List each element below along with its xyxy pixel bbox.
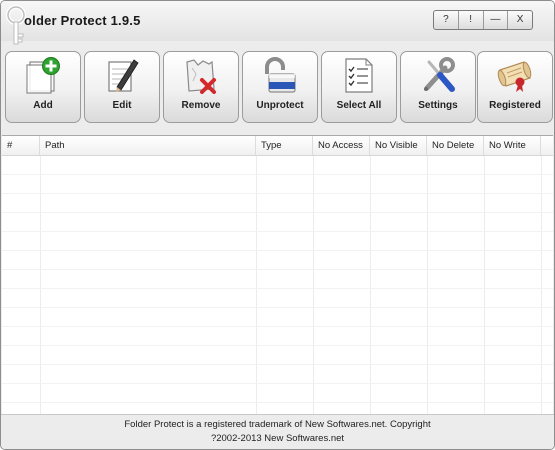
column-header-no-access[interactable]: No Access	[313, 136, 370, 155]
close-button[interactable]: X	[508, 11, 532, 29]
row-divider	[2, 212, 553, 213]
remove-label: Remove	[181, 100, 221, 111]
wrench-screwdriver-icon	[424, 57, 455, 92]
row-divider	[2, 383, 553, 384]
footer: Folder Protect is a registered trademark…	[1, 414, 554, 449]
column-header-no-visible[interactable]: No Visible	[370, 136, 427, 155]
row-divider	[2, 307, 553, 308]
add-button[interactable]: Add	[5, 51, 81, 123]
row-divider	[2, 193, 553, 194]
table-header: # Path Type No Access No Visible No Dele…	[2, 136, 553, 156]
help-button[interactable]: ?	[434, 11, 459, 29]
add-label: Add	[33, 100, 53, 111]
column-divider	[40, 156, 41, 415]
settings-label: Settings	[418, 100, 458, 111]
info-button[interactable]: !	[459, 11, 484, 29]
column-divider	[256, 156, 257, 415]
column-header-no-delete[interactable]: No Delete	[427, 136, 484, 155]
pencil-notepad-icon	[108, 59, 139, 92]
row-divider	[2, 402, 553, 403]
window-controls: ? ! — X	[433, 10, 533, 30]
app-window: older Protect 1.9.5 ? ! — X Add Edit Rem…	[0, 0, 555, 450]
checklist-icon	[345, 58, 373, 93]
edit-button[interactable]: Edit	[84, 51, 160, 123]
column-divider	[484, 156, 485, 415]
remove-button[interactable]: Remove	[163, 51, 239, 123]
table-body	[2, 156, 553, 415]
row-divider	[2, 250, 553, 251]
row-divider	[2, 231, 553, 232]
column-divider	[427, 156, 428, 415]
toolbar: Add Edit Remove Unprotect Select All Set…	[1, 45, 554, 127]
column-header-number[interactable]: #	[2, 136, 40, 155]
row-divider	[2, 174, 553, 175]
copyright-line-1: Folder Protect is a registered trademark…	[124, 419, 431, 430]
edit-label: Edit	[112, 100, 132, 111]
column-header-no-write[interactable]: No Write	[484, 136, 541, 155]
copyright-line-2: ?2002-2013 New Softwares.net	[210, 433, 345, 444]
padlock-open-icon	[265, 57, 296, 93]
column-header-path[interactable]: Path	[40, 136, 256, 155]
row-divider	[2, 288, 553, 289]
certificate-icon	[497, 61, 532, 92]
row-divider	[2, 269, 553, 270]
unprotect-label: Unprotect	[256, 100, 304, 111]
row-divider	[2, 364, 553, 365]
registered-button[interactable]: Registered	[477, 51, 553, 123]
minimize-button[interactable]: —	[484, 11, 509, 29]
column-divider	[313, 156, 314, 415]
row-divider	[2, 345, 553, 346]
registered-label: Registered	[489, 100, 541, 111]
app-title: older Protect 1.9.5	[24, 13, 141, 28]
settings-button[interactable]: Settings	[400, 51, 476, 123]
protected-items-table[interactable]: # Path Type No Access No Visible No Dele…	[2, 135, 553, 415]
row-divider	[2, 326, 553, 327]
column-divider	[541, 156, 542, 415]
column-header-type[interactable]: Type	[256, 136, 313, 155]
title-bar: older Protect 1.9.5 ? ! — X	[1, 1, 554, 45]
add-document-icon	[26, 57, 60, 94]
column-divider	[370, 156, 371, 415]
remove-folder-icon	[186, 59, 216, 94]
select-all-button[interactable]: Select All	[321, 51, 397, 123]
select-all-label: Select All	[336, 100, 382, 111]
unprotect-button[interactable]: Unprotect	[242, 51, 318, 123]
